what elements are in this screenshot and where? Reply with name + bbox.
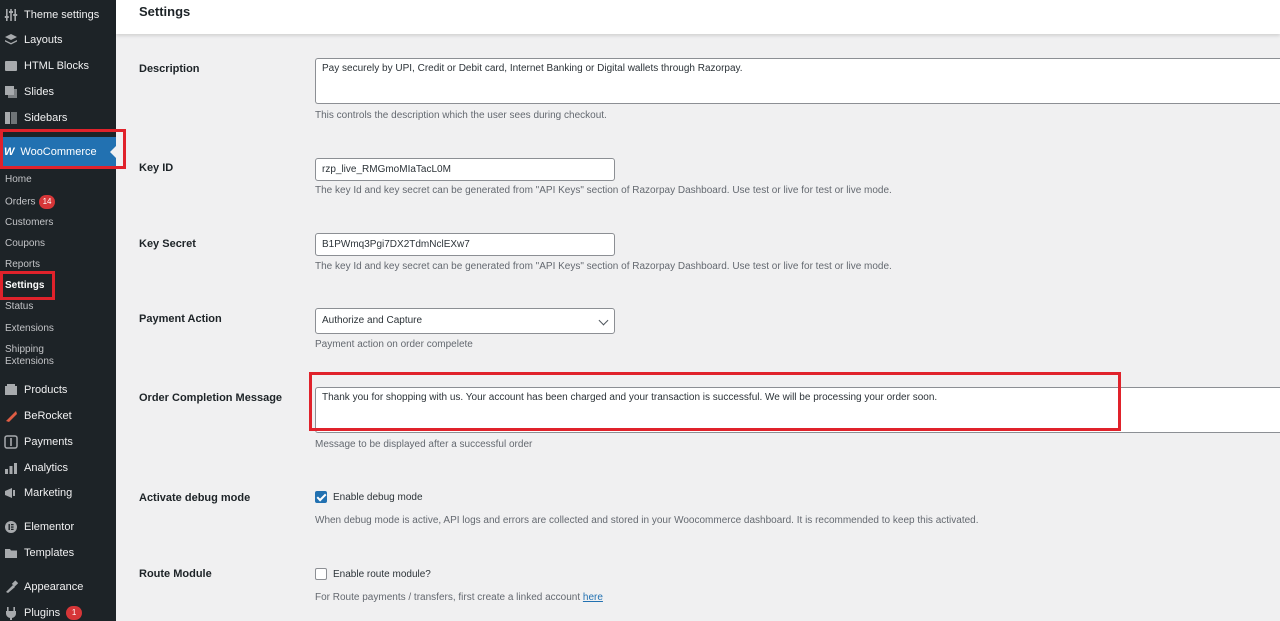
submenu-label-line1: Shipping [5, 344, 44, 355]
route-module-help: For Route payments / transfers, first cr… [315, 592, 603, 603]
debug-mode-help: When debug mode is active, API logs and … [315, 515, 979, 526]
menu-label: WooCommerce [20, 146, 97, 158]
payment-action-select[interactable]: Authorize and Capture [315, 308, 615, 334]
debug-mode-label: Activate debug mode [139, 492, 251, 504]
menu-marketing[interactable]: Marketing [0, 481, 116, 505]
submenu-orders[interactable]: Orders 14 [5, 195, 56, 209]
submenu-coupons[interactable]: Coupons [5, 238, 45, 250]
key-secret-input[interactable]: B1PWmq3Pgi7DX2TdmNclEXw7 [315, 233, 615, 256]
menu-label: Plugins [24, 607, 61, 619]
submenu-status[interactable]: Status [5, 301, 33, 313]
payment-action-label: Payment Action [139, 313, 222, 325]
menu-berocket[interactable]: BeRocket [0, 404, 116, 428]
key-id-label: Key ID [139, 162, 174, 174]
menu-label: Elementor [24, 521, 75, 533]
order-completion-textarea[interactable]: Thank you for shopping with us. Your acc… [315, 387, 1280, 433]
plugins-update-badge: 1 [66, 606, 83, 620]
menu-label: Layouts [24, 34, 63, 46]
submenu-home[interactable]: Home [5, 174, 32, 186]
menu-label: Payments [24, 436, 73, 448]
analytics-icon [4, 461, 18, 475]
page-title: Settings [139, 4, 191, 19]
html-blocks-icon [4, 59, 18, 73]
menu-theme-settings[interactable]: Theme settings [0, 3, 116, 27]
route-module-checkbox[interactable] [315, 568, 327, 580]
submenu-reports[interactable]: Reports [5, 259, 40, 271]
page-header: Settings [116, 0, 1280, 34]
menu-label: HTML Blocks [24, 60, 89, 72]
menu-label: Marketing [24, 487, 73, 499]
menu-slides[interactable]: Slides [0, 80, 116, 104]
menu-woocommerce[interactable]: W WooCommerce [0, 137, 116, 167]
menu-payments[interactable]: Payments [0, 430, 116, 454]
marketing-icon [4, 486, 18, 500]
description-textarea[interactable]: Pay securely by UPI, Credit or Debit car… [315, 58, 1280, 104]
menu-layouts[interactable]: Layouts [0, 28, 116, 52]
orders-count-badge: 14 [38, 195, 56, 209]
payment-action-value: Authorize and Capture [322, 315, 423, 326]
key-secret-label: Key Secret [139, 238, 196, 250]
appearance-icon [4, 580, 18, 594]
menu-sidebars[interactable]: Sidebars [0, 106, 116, 130]
debug-mode-checkbox-label[interactable]: Enable debug mode [333, 492, 423, 503]
menu-label: Templates [24, 547, 75, 559]
menu-label: Theme settings [24, 9, 100, 21]
route-module-help-text: For Route payments / transfers, first cr… [315, 592, 583, 603]
sliders-icon [4, 8, 18, 22]
sidebars-icon [4, 111, 18, 125]
berocket-icon [4, 409, 18, 423]
plugins-icon [4, 606, 18, 620]
elementor-icon [4, 520, 18, 534]
key-secret-help: The key Id and key secret can be generat… [315, 261, 892, 272]
key-id-input[interactable]: rzp_live_RMGmoMIaTacL0M [315, 158, 615, 181]
submenu-label-line2: Extensions [5, 356, 54, 367]
menu-label: Slides [24, 86, 54, 98]
menu-label: Analytics [24, 462, 69, 474]
order-completion-help: Message to be displayed after a successf… [315, 439, 533, 450]
menu-templates[interactable]: Templates [0, 541, 116, 565]
menu-analytics[interactable]: Analytics [0, 456, 116, 480]
products-icon [4, 383, 18, 397]
menu-products[interactable]: Products [0, 378, 116, 402]
order-completion-label: Order Completion Message [139, 392, 283, 404]
layers-icon [4, 33, 18, 47]
menu-html-blocks[interactable]: HTML Blocks [0, 54, 116, 78]
admin-sidebar: Theme settings Layouts HTML Blocks Slide… [0, 0, 116, 621]
payments-icon [4, 435, 18, 449]
create-linked-account-link[interactable]: here [583, 592, 603, 603]
slides-icon [4, 85, 18, 99]
templates-icon [4, 546, 18, 560]
key-id-help: The key Id and key secret can be generat… [315, 185, 892, 196]
submenu-customers[interactable]: Customers [5, 217, 53, 229]
route-module-checkbox-label[interactable]: Enable route module? [333, 569, 431, 580]
debug-mode-checkbox[interactable] [315, 491, 327, 503]
submenu-extensions[interactable]: Extensions [5, 323, 54, 335]
route-module-label: Route Module [139, 568, 212, 580]
description-help: This controls the description which the … [315, 110, 607, 121]
settings-form: Description Pay securely by UPI, Credit … [116, 34, 1280, 621]
description-label: Description [139, 63, 200, 75]
menu-label: BeRocket [24, 410, 72, 422]
submenu-shipping-extensions[interactable]: Shipping Extensions [5, 344, 54, 368]
menu-plugins[interactable]: Plugins 1 [0, 601, 116, 621]
payment-action-help: Payment action on order compelete [315, 339, 473, 350]
chevron-down-icon [598, 315, 609, 326]
woocommerce-icon: W [4, 146, 15, 158]
menu-label: Appearance [24, 581, 84, 593]
submenu-settings[interactable]: Settings [5, 280, 44, 292]
menu-elementor[interactable]: Elementor [0, 515, 116, 539]
menu-label: Sidebars [24, 112, 68, 124]
menu-label: Products [24, 384, 68, 396]
submenu-label: Orders [5, 196, 36, 208]
menu-appearance[interactable]: Appearance [0, 575, 116, 599]
